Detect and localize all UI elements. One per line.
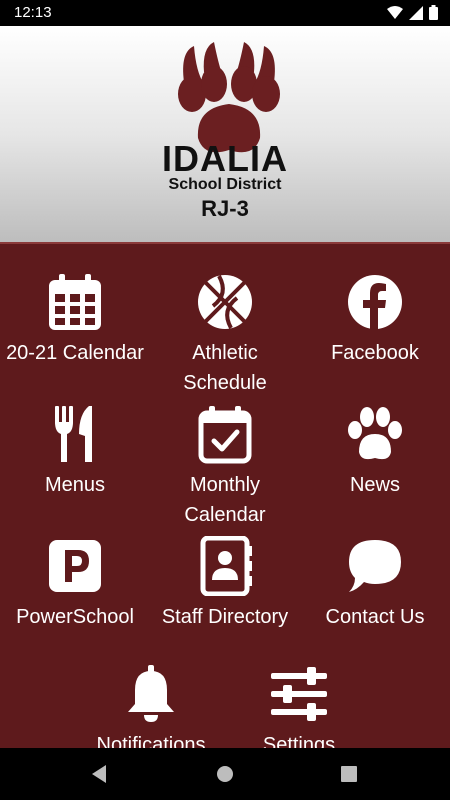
- tile-label: Contact Us: [325, 606, 425, 628]
- tile-contact-us[interactable]: Contact Us: [300, 536, 450, 632]
- sliders-icon: [271, 667, 327, 721]
- battery-icon: [429, 5, 438, 20]
- tile-settings[interactable]: Settings: [224, 664, 374, 748]
- menu-grid: 20-21 Calendar Athletic Schedule Faceboo…: [0, 244, 450, 748]
- tile-label: Staff Directory: [161, 606, 289, 628]
- powerschool-icon: [49, 540, 101, 592]
- tile-facebook[interactable]: Facebook: [300, 272, 450, 368]
- wifi-icon: [387, 5, 403, 19]
- tile-news[interactable]: News: [300, 404, 450, 500]
- header: IDALIA School District RJ-3: [0, 26, 450, 244]
- calendar-check-icon: [198, 406, 252, 464]
- tile-label: Facebook: [331, 342, 419, 364]
- tile-label: Monthly Calendar: [184, 474, 266, 526]
- recents-icon[interactable]: [340, 764, 358, 784]
- tile-label: Athletic Schedule: [183, 342, 267, 394]
- logo-subtitle: School District: [168, 176, 282, 193]
- chat-bubble-icon: [349, 540, 401, 592]
- tile-label: 20-21 Calendar: [6, 342, 144, 364]
- status-time: 12:13: [14, 4, 52, 21]
- paw-icon: [348, 407, 402, 460]
- status-icons: [387, 5, 438, 20]
- tile-label: News: [349, 474, 400, 496]
- address-book-icon: [200, 536, 252, 596]
- tile-20-21-calendar[interactable]: 20-21 Calendar: [0, 272, 150, 368]
- basketball-icon: [198, 275, 252, 329]
- tile-athletic-schedule[interactable]: Athletic Schedule: [150, 272, 300, 398]
- back-icon[interactable]: [90, 764, 108, 784]
- calendar-grid-icon: [49, 274, 101, 330]
- tile-staff-directory[interactable]: Staff Directory: [150, 536, 300, 632]
- bell-icon: [128, 665, 174, 722]
- status-bar: 12:13: [0, 0, 450, 26]
- tile-monthly-calendar[interactable]: Monthly Calendar: [150, 404, 300, 530]
- logo-district-code: RJ-3: [201, 196, 249, 221]
- utensils-icon: [55, 406, 92, 462]
- tile-label: Menus: [44, 474, 106, 496]
- tile-label: Notifications: [96, 734, 206, 748]
- tile-notifications[interactable]: Notifications: [76, 664, 226, 748]
- tile-menus[interactable]: Menus: [0, 404, 150, 500]
- home-icon[interactable]: [216, 764, 234, 784]
- signal-icon: [409, 5, 423, 20]
- logo-title: IDALIA: [162, 138, 288, 179]
- tile-label: Settings: [262, 734, 336, 748]
- tile-powerschool[interactable]: PowerSchool: [0, 536, 150, 632]
- tile-label: PowerSchool: [16, 606, 134, 628]
- facebook-icon: [348, 275, 402, 330]
- navigation-bar: [0, 748, 450, 800]
